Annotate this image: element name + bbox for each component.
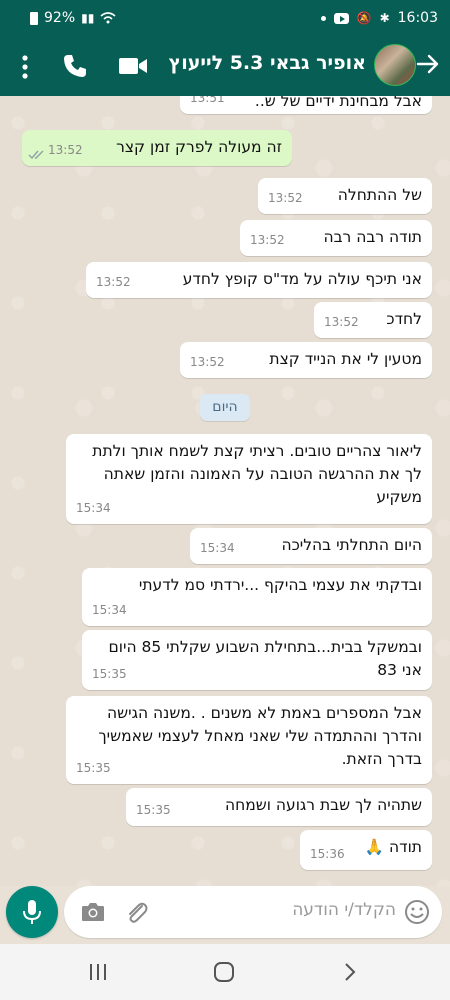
system-nav-bar: [0, 944, 450, 1000]
message-bubble[interactable]: ובדקתי את עצמי בהיקף ...ירדתי סמ לדעתי 1…: [82, 568, 432, 626]
message-time: 13:52: [268, 191, 303, 205]
message-input[interactable]: הקלד/י הודעה: [64, 886, 442, 938]
message-bubble[interactable]: תודה רבה רבה 13:52: [240, 220, 432, 256]
message-bubble-outgoing[interactable]: זה מעולה לפרק זמן קצר 13:52: [22, 130, 292, 166]
message-text: ליאור צהריים טובים. רציתי קצת לשמח אותך …: [92, 442, 422, 506]
message-time: 13:52: [96, 275, 131, 289]
menu-icon[interactable]: [14, 53, 36, 81]
camera-icon[interactable]: [80, 900, 106, 924]
read-receipt-icon: [28, 150, 44, 160]
contact-avatar[interactable]: [374, 44, 416, 86]
attach-icon[interactable]: [124, 900, 150, 926]
mic-button[interactable]: [6, 886, 58, 938]
back-icon[interactable]: [338, 960, 362, 984]
message-bubble[interactable]: אבל מבחינת ידיים של ש.. 13:51: [180, 96, 432, 114]
message-time: 13:51: [190, 96, 225, 105]
youtube-icon: [333, 12, 349, 24]
message-bubble[interactable]: של ההתחלה 13:52: [258, 178, 432, 214]
message-bubble[interactable]: שתהיה לך שבת רגועה ושמחה 15:35: [126, 788, 432, 826]
contact-name[interactable]: אופיר גבאי 5.3 לייעוץ: [169, 52, 366, 74]
battery-level: 92%: [44, 10, 76, 26]
date-separator: היום: [200, 394, 250, 421]
message-time: 13:52: [324, 315, 359, 329]
recent-apps-icon[interactable]: [86, 960, 110, 984]
wifi-icon: [100, 12, 116, 24]
message-text: ובדקתי את עצמי בהיקף ...ירדתי סמ לדעתי: [138, 576, 422, 594]
message-time: 13:52: [190, 355, 225, 369]
message-bubble[interactable]: ליאור צהריים טובים. רציתי קצת לשמח אותך …: [66, 434, 432, 524]
signal-icon: ▮▮: [81, 11, 95, 25]
message-text: אבל מבחינת ידיים של ש..: [254, 96, 422, 110]
emoji-icon[interactable]: [404, 899, 430, 925]
message-bubble[interactable]: אני תיכף עולה על מד"ס קופץ לחדע 13:52: [86, 262, 432, 298]
chat-header: אופיר גבאי 5.3 לייעוץ: [0, 36, 450, 96]
home-icon[interactable]: [212, 960, 236, 984]
message-text: ובמשקל בבית...בתחילת השבוע שקלתי 85 היום…: [108, 638, 422, 679]
status-bar: 92% ▮▮ 🔕 ✱ 16:03: [0, 0, 450, 36]
status-right: 🔕 ✱ 16:03: [320, 10, 438, 26]
notification-dot-icon: [320, 15, 326, 21]
message-bubble[interactable]: תודה 🙏 15:36: [300, 830, 432, 870]
message-time: 15:36: [310, 847, 345, 861]
mic-icon: [23, 900, 41, 924]
message-bubble[interactable]: היום התחלתי בהליכה 15:34: [190, 528, 432, 564]
message-time: 15:34: [92, 603, 127, 617]
mute-icon: 🔕: [356, 11, 372, 25]
message-time: 15:35: [92, 667, 127, 681]
phone-icon[interactable]: [62, 53, 88, 79]
video-call-icon[interactable]: [118, 55, 148, 77]
status-left: 92% ▮▮: [30, 10, 116, 26]
message-time: 15:34: [200, 541, 235, 555]
message-bubble[interactable]: מטעין לי את הנייד קצת 13:52: [180, 342, 432, 378]
message-time: 15:35: [76, 761, 111, 775]
bluetooth-icon: ✱: [379, 11, 390, 25]
message-bubble[interactable]: ובמשקל בבית...בתחילת השבוע שקלתי 85 היום…: [82, 630, 432, 690]
chat-area[interactable]: אבל מבחינת ידיים של ש.. 13:51 זה מעולה ל…: [0, 96, 450, 886]
message-time: 13:52: [250, 233, 285, 247]
message-composer: הקלד/י הודעה: [0, 886, 450, 944]
message-text: שתהיה לך שבת רגועה ושמחה: [224, 796, 422, 814]
clock: 16:03: [397, 10, 438, 26]
message-bubble[interactable]: אבל המספרים באמת לא משנים . .משנה הגישה …: [66, 696, 432, 784]
message-placeholder: הקלד/י הודעה: [292, 900, 396, 920]
message-text: מטעין לי את הנייד קצת: [269, 350, 422, 368]
back-arrow-icon[interactable]: [414, 50, 442, 78]
message-time: 13:52: [48, 143, 83, 157]
message-time: 15:34: [76, 501, 111, 515]
message-bubble[interactable]: לחדכ 13:52: [314, 302, 432, 338]
message-text: אני תיכף עולה על מד"ס קופץ לחדע: [182, 270, 422, 288]
message-time: 15:35: [136, 803, 171, 817]
battery-icon: [30, 11, 38, 25]
message-text: אבל המספרים באמת לא משנים . .משנה הגישה …: [98, 704, 422, 768]
